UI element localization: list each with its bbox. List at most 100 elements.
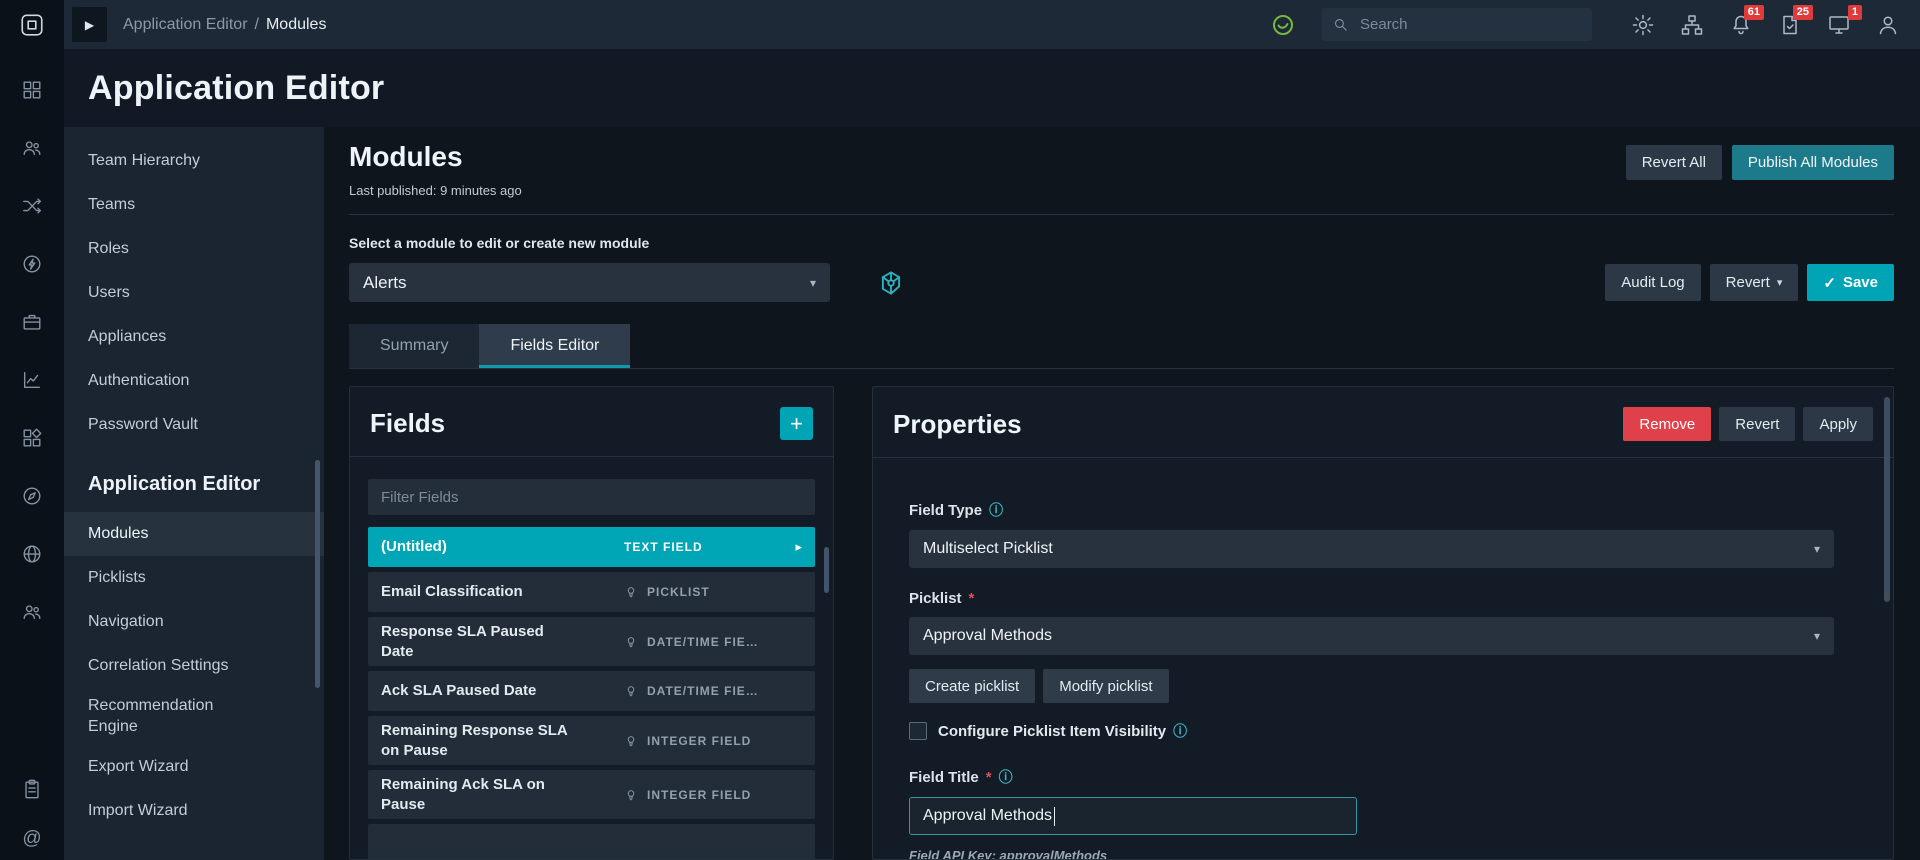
- header-divider: [349, 214, 1894, 215]
- field-row[interactable]: Ack SLA Paused Date DATE/TIME FIE…: [368, 671, 815, 711]
- app-icon-rail: @: [0, 0, 64, 860]
- breadcrumb-current: Modules: [265, 15, 327, 33]
- sidebar-item-correlation-settings[interactable]: Correlation Settings: [64, 644, 324, 688]
- title-band: Application Editor: [64, 49, 1920, 127]
- sidebar-item-import-wizard[interactable]: Import Wizard: [64, 790, 324, 834]
- info-icon[interactable]: ⓘ: [1173, 721, 1187, 741]
- field-title-input[interactable]: Approval Methods: [909, 797, 1357, 835]
- filter-fields-input[interactable]: [368, 479, 815, 515]
- settings-gear-icon[interactable]: [1631, 13, 1655, 37]
- info-icon[interactable]: ⓘ: [989, 500, 1003, 520]
- breadcrumb: Application Editor / Modules: [123, 16, 326, 34]
- user-communities-icon[interactable]: [21, 601, 43, 623]
- chevron-down-icon: ▾: [1813, 542, 1820, 556]
- field-type-label: DATE/TIME FIE…: [647, 634, 759, 649]
- field-row[interactable]: Remaining Response SLA on Pause INTEGER …: [368, 716, 815, 765]
- field-name: (Untitled): [381, 538, 447, 556]
- approvals-badge: 25: [1792, 4, 1813, 20]
- field-api-key-text: Field API Key: approvalMethods: [909, 848, 1108, 860]
- module-select-dropdown[interactable]: Alerts ▾: [349, 263, 830, 302]
- reports-icon[interactable]: [21, 369, 43, 391]
- sidebar-item-recommendation-engine[interactable]: Recommendation Engine: [64, 688, 324, 746]
- field-type-label: DATE/TIME FIE…: [647, 684, 759, 698]
- save-button[interactable]: ✓ Save: [1807, 264, 1894, 301]
- picklist-value: Approval Methods: [923, 627, 1052, 644]
- breadcrumb-separator: /: [254, 15, 259, 33]
- automation-icon[interactable]: [21, 253, 43, 275]
- sidebar-item-authentication[interactable]: Authentication: [64, 359, 324, 403]
- top-bar: ▶ Application Editor / Modules 61 25 1: [64, 0, 1920, 49]
- add-field-button[interactable]: +: [780, 407, 813, 440]
- sidebar-item-appliances[interactable]: Appliances: [64, 315, 324, 359]
- workflow-icon[interactable]: [21, 195, 43, 217]
- revert-label: Revert: [1725, 274, 1770, 291]
- tab-summary[interactable]: Summary: [349, 324, 480, 368]
- breadcrumb-parent[interactable]: Application Editor: [123, 16, 248, 34]
- field-list-scrollbar[interactable]: [824, 547, 829, 593]
- tab-fields-editor[interactable]: Fields Editor: [479, 324, 631, 368]
- create-picklist-button[interactable]: Create picklist: [909, 669, 1036, 703]
- sidebar-item-picklists[interactable]: Picklists: [64, 556, 324, 600]
- sidebar-item-navigation[interactable]: Navigation: [64, 600, 324, 644]
- sidebar-item-team-hierarchy[interactable]: Team Hierarchy: [64, 139, 324, 183]
- revert-all-button[interactable]: Revert All: [1625, 145, 1722, 180]
- settings-sidebar: Team Hierarchy Teams Roles Users Applian…: [64, 127, 324, 860]
- field-row-partial[interactable]: [368, 824, 815, 859]
- revert-dropdown-button[interactable]: Revert ▾: [1709, 264, 1799, 301]
- sidebar-item-modules[interactable]: Modules: [64, 512, 324, 556]
- field-row[interactable]: Response SLA Paused Date DATE/TIME FIE…: [368, 617, 815, 666]
- global-settings-icon[interactable]: [21, 543, 43, 565]
- dashboard-icon[interactable]: [21, 79, 43, 101]
- queue-monitor-icon[interactable]: 1: [1827, 4, 1862, 37]
- picklist-dropdown[interactable]: Approval Methods ▾: [909, 617, 1834, 655]
- field-type-label-text: Field Type: [909, 501, 983, 519]
- info-icon[interactable]: ⓘ: [999, 767, 1013, 787]
- team-hierarchy-icon[interactable]: [21, 137, 43, 159]
- help-icon[interactable]: @: [22, 828, 41, 850]
- properties-scrollbar[interactable]: [1884, 397, 1890, 602]
- chevron-down-icon: ▾: [809, 275, 816, 290]
- field-row[interactable]: Remaining Ack SLA on Pause INTEGER FIELD: [368, 770, 815, 819]
- field-name: Ack SLA Paused Date: [381, 682, 537, 700]
- resources-icon[interactable]: [21, 311, 43, 333]
- last-published-text: Last published: 9 minutes ago: [349, 183, 522, 198]
- sidebar-item-roles[interactable]: Roles: [64, 227, 324, 271]
- notifications-bell-icon[interactable]: 61: [1729, 4, 1764, 37]
- field-type-dropdown[interactable]: Multiselect Picklist ▾: [909, 530, 1834, 568]
- remove-button[interactable]: Remove: [1623, 407, 1712, 441]
- modify-picklist-button[interactable]: Modify picklist: [1043, 669, 1169, 703]
- field-name: Remaining Ack SLA on Pause: [381, 776, 545, 813]
- field-row[interactable]: (Untitled) TEXT FIELD ▸: [368, 527, 815, 567]
- publish-all-modules-button[interactable]: Publish All Modules: [1731, 145, 1894, 180]
- audit-log-button[interactable]: Audit Log: [1605, 264, 1701, 301]
- widgets-icon[interactable]: [21, 427, 43, 449]
- user-profile-icon[interactable]: [1876, 13, 1900, 37]
- field-type-label: INTEGER FIELD: [647, 787, 752, 802]
- fields-panel-title: Fields: [370, 408, 446, 438]
- chevron-down-icon: ▾: [1776, 277, 1783, 289]
- search-icon: [1335, 19, 1347, 31]
- approvals-icon[interactable]: 25: [1778, 4, 1813, 37]
- revert-button[interactable]: Revert: [1719, 407, 1796, 441]
- export-templates-icon[interactable]: [21, 778, 43, 800]
- sitemap-icon[interactable]: [1680, 13, 1704, 37]
- sidebar-item-users[interactable]: Users: [64, 271, 324, 315]
- sidebar-item-password-vault[interactable]: Password Vault: [64, 403, 324, 447]
- search-input[interactable]: [1358, 15, 1582, 34]
- system-health-icon[interactable]: [1271, 13, 1295, 37]
- navigation-icon[interactable]: [21, 485, 43, 507]
- field-type-icon: [627, 735, 635, 746]
- sidebar-item-teams[interactable]: Teams: [64, 183, 324, 227]
- check-icon: ✓: [1823, 274, 1836, 292]
- chevron-right-icon: ▸: [795, 539, 802, 554]
- sidebar-item-export-wizard[interactable]: Export Wizard: [64, 746, 324, 790]
- sidebar-scrollbar[interactable]: [315, 460, 320, 688]
- field-row[interactable]: Email Classification PICKLIST: [368, 572, 815, 612]
- picklist-form-label: Picklist *: [909, 590, 1832, 607]
- expand-nav-button[interactable]: ▶: [72, 7, 107, 42]
- apply-button[interactable]: Apply: [1803, 407, 1873, 441]
- field-list: (Untitled) TEXT FIELD ▸ Email Classifica…: [350, 527, 833, 859]
- chevron-down-icon: ▾: [1813, 629, 1820, 643]
- visibility-checkbox[interactable]: [909, 722, 927, 740]
- app-logo[interactable]: [0, 0, 64, 49]
